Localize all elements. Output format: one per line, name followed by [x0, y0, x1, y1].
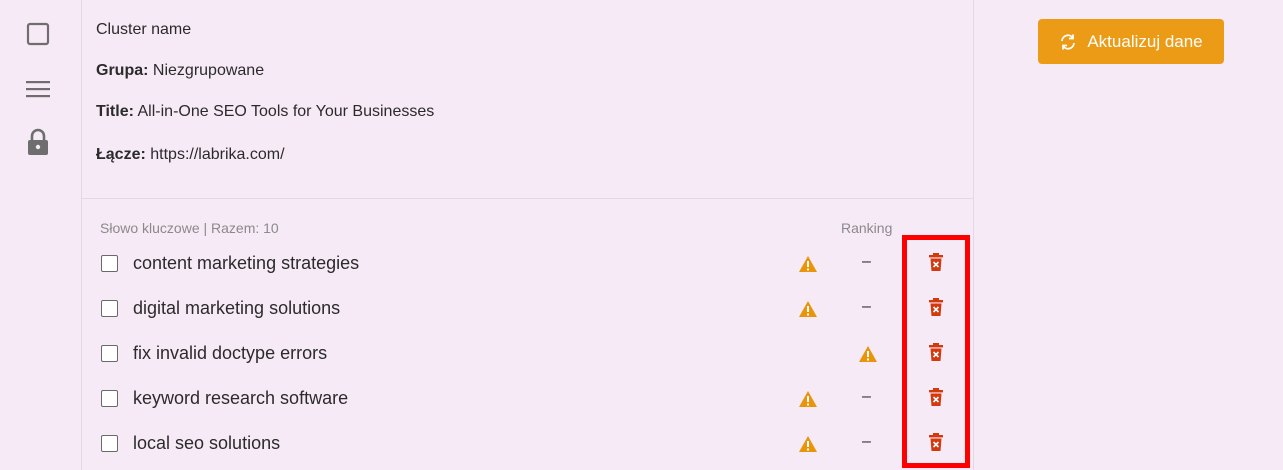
ranking-header: Ranking — [841, 220, 893, 236]
trash-icon[interactable] — [928, 432, 944, 452]
keyword-text: content marketing strategies — [133, 253, 360, 273]
table-row: keyword research software – — [82, 379, 973, 419]
row-checkbox[interactable] — [101, 255, 118, 272]
cluster-group: Grupa: Niezgrupowane — [96, 62, 264, 80]
warning-icon — [799, 436, 817, 452]
row-checkbox[interactable] — [101, 300, 118, 317]
lock-icon[interactable] — [24, 128, 52, 156]
keyword-text: keyword research software — [133, 388, 349, 408]
trash-icon[interactable] — [928, 387, 944, 407]
row-checkbox[interactable] — [101, 345, 118, 362]
ranking-value: – — [862, 253, 871, 270]
title-value: All-in-One SEO Tools for Your Businesses — [137, 103, 435, 120]
group-value: Niezgrupowane — [152, 62, 265, 79]
link-value[interactable]: https://labrika.com/ — [150, 146, 284, 163]
cluster-link: Łącze: https://labrika.com/ — [96, 146, 285, 164]
cluster-panel: Cluster name Grupa: Niezgrupowane Title:… — [81, 0, 974, 470]
trash-icon[interactable] — [928, 297, 944, 317]
keyword-text: digital marketing solutions — [133, 298, 341, 318]
table-row: digital marketing solutions – — [82, 289, 973, 329]
title-label: Title: — [96, 103, 134, 120]
row-checkbox[interactable] — [101, 435, 118, 452]
left-icon-rail — [0, 0, 80, 470]
warning-icon — [799, 256, 817, 272]
group-label: Grupa: — [96, 62, 149, 79]
trash-icon[interactable] — [928, 252, 944, 272]
trash-icon[interactable] — [928, 342, 944, 362]
ranking-value: – — [862, 433, 871, 450]
keywords-header: Słowo kluczowe | Razem: 10 — [100, 220, 279, 236]
refresh-icon — [1061, 33, 1076, 50]
cluster-name: Cluster name — [96, 21, 192, 38]
warning-icon — [799, 301, 817, 317]
table-row: content marketing strategies – — [82, 244, 973, 284]
update-data-label: Aktualizuj dane — [1087, 31, 1203, 51]
warning-icon — [859, 346, 877, 362]
keyword-text: fix invalid doctype errors — [133, 343, 328, 363]
row-checkbox[interactable] — [101, 390, 118, 407]
cluster-info: Cluster name Grupa: Niezgrupowane Title:… — [82, 0, 973, 199]
keyword-text: local seo solutions — [133, 433, 281, 453]
ranking-value: – — [862, 298, 871, 315]
table-row: fix invalid doctype errors — [82, 334, 973, 374]
cluster-title: Title: All-in-One SEO Tools for Your Bus… — [96, 103, 434, 121]
menu-icon[interactable] — [24, 75, 52, 103]
warning-icon — [799, 391, 817, 407]
table-row: local seo solutions – — [82, 424, 973, 464]
square-icon[interactable] — [24, 20, 52, 48]
update-data-button[interactable]: Aktualizuj dane — [1038, 19, 1224, 64]
link-label: Łącze: — [96, 146, 146, 163]
ranking-value: – — [862, 388, 871, 405]
